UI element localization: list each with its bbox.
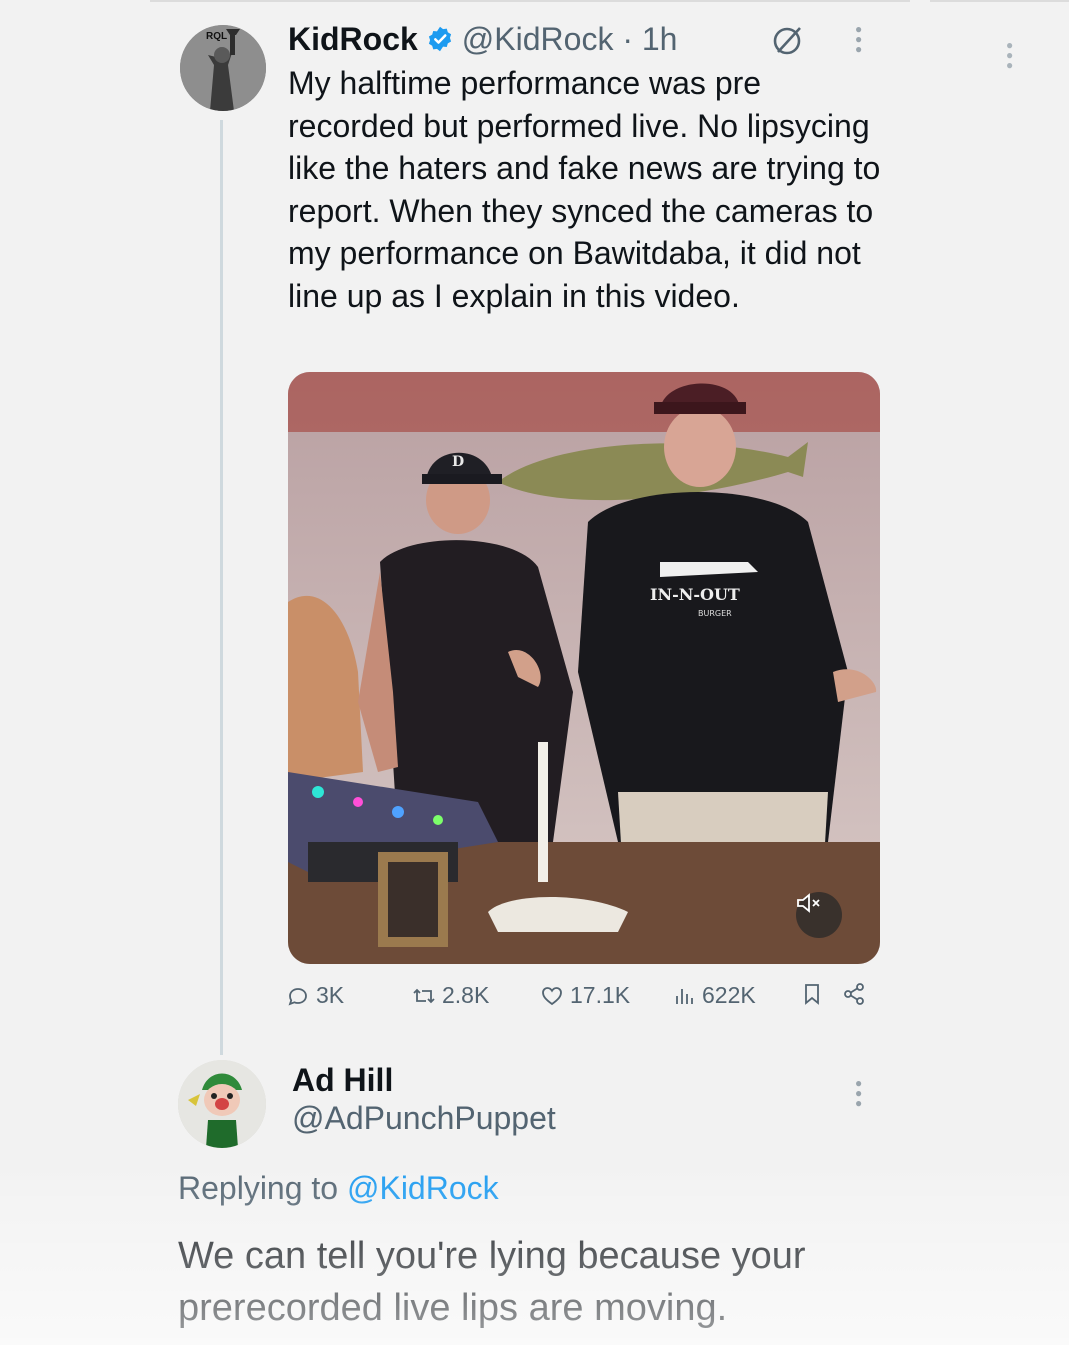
repost-icon	[413, 988, 435, 1003]
author-handle-time[interactable]: @KidRock · 1h	[462, 21, 678, 58]
top-divider-right	[930, 0, 1069, 2]
reply-author-handle[interactable]: @AdPunchPuppet	[292, 1100, 556, 1137]
tweet-header: KidRock @KidRock · 1h	[288, 18, 677, 60]
puppet-avatar-image	[178, 1060, 266, 1148]
cap-logo-text: D	[452, 454, 464, 470]
reply-count: 3K	[316, 982, 345, 1008]
top-divider	[150, 0, 910, 2]
grok-icon[interactable]	[770, 22, 806, 58]
adhill-avatar[interactable]	[178, 1060, 266, 1148]
reply-icon	[288, 987, 307, 1006]
views-icon	[676, 988, 693, 1004]
replying-prefix: Replying to	[178, 1170, 347, 1206]
video-frame-illustration: D IN-N-OUT BURGER	[288, 372, 880, 964]
bookmark-button[interactable]	[800, 982, 824, 1006]
replying-to-line: Replying to @KidRock	[178, 1170, 499, 1207]
avatar-logo-text: RQL	[206, 31, 227, 42]
tweet-text: My halftime performance was pre recorded…	[288, 65, 881, 314]
thread-connector-line	[220, 120, 223, 1055]
more-vertical-icon[interactable]: ● ● ●	[855, 23, 862, 55]
like-count: 17.1K	[570, 982, 631, 1008]
author-name[interactable]: KidRock	[288, 21, 418, 58]
share-button[interactable]	[842, 982, 866, 1006]
reply-text: We can tell you're lying because your pr…	[178, 1235, 806, 1329]
statue-of-liberty-avatar-image: RQL	[180, 25, 266, 111]
shirt-logo-text: IN-N-OUT	[650, 585, 740, 604]
tweet-action-bar: 3K 2.8K 17.1K 622K	[286, 982, 876, 1018]
repost-button[interactable]: 2.8K	[412, 982, 489, 1009]
shirt-logo-subtext: BURGER	[698, 609, 732, 618]
repost-count: 2.8K	[442, 982, 490, 1008]
bookmark-icon	[805, 984, 819, 1005]
views-button[interactable]: 622K	[672, 982, 756, 1009]
replying-mention-link[interactable]: @KidRock	[347, 1170, 499, 1206]
reply-author-name[interactable]: Ad Hill	[292, 1062, 393, 1099]
like-button[interactable]: 17.1K	[540, 982, 630, 1009]
heart-icon	[542, 986, 562, 1005]
more-vertical-icon[interactable]: ● ● ●	[1006, 39, 1013, 71]
kidrock-avatar[interactable]: RQL	[180, 25, 266, 111]
more-vertical-icon[interactable]: ● ● ●	[855, 1077, 862, 1109]
share-icon	[844, 983, 864, 1005]
views-count: 622K	[702, 982, 756, 1008]
verified-badge-icon	[428, 26, 451, 52]
tweet-video[interactable]: D IN-N-OUT BURGER	[288, 372, 880, 964]
volume-muted-icon[interactable]	[796, 892, 842, 938]
reply-button[interactable]: 3K	[286, 982, 344, 1009]
